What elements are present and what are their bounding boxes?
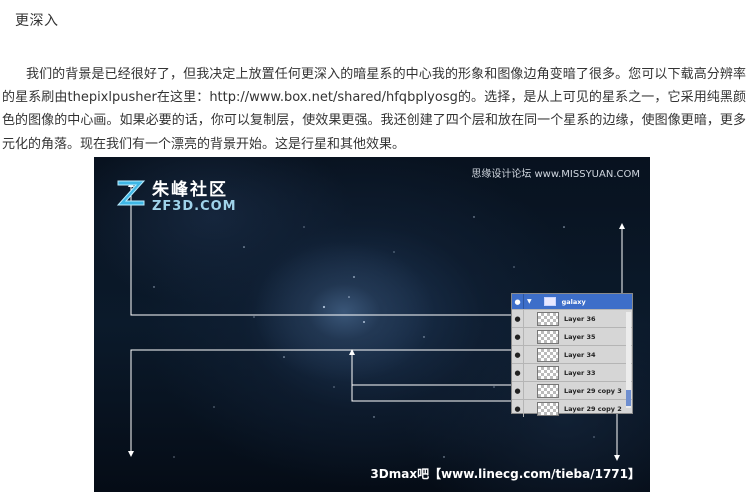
watermark-bottom: 3Dmax吧【www.linecg.com/tieba/1771】 <box>370 467 640 481</box>
folder-icon <box>543 297 556 306</box>
scrollbar-thumb <box>626 390 631 406</box>
layer-row: ● Layer 35 <box>512 328 632 346</box>
layer-thumbnail <box>537 329 559 344</box>
eye-icon: ● <box>512 328 524 345</box>
body-paragraph: 我们的背景是已经很好了，但我决定上放置任何更深入的暗星系的中心我的形象和图像边角… <box>2 67 746 152</box>
layer-name: Layer 29 copy 2 <box>564 404 622 413</box>
layer-name: Layer 35 <box>564 332 596 341</box>
layers-scrollbar <box>626 312 631 408</box>
layer-row: ● Layer 29 copy 3 <box>512 382 632 400</box>
section-heading: 更深入 <box>15 13 59 29</box>
logo-english-text: ZF3D.COM <box>152 199 237 214</box>
layer-row: ● Layer 33 <box>512 364 632 382</box>
zf3d-logo-icon <box>116 180 146 206</box>
layer-thumbnail <box>537 311 559 326</box>
layer-name: Layer 33 <box>564 368 596 377</box>
layer-row: ● Layer 34 <box>512 346 632 364</box>
layer-name: Layer 29 copy 3 <box>564 386 622 395</box>
layer-row: ● Layer 29 copy 2 <box>512 400 632 417</box>
eye-icon: ● <box>512 400 524 417</box>
logo-chinese-text: 朱峰社区 <box>152 180 228 200</box>
galaxy-screenshot: 朱峰社区 ZF3D.COM 思缘设计论坛 www.MISSYUAN.COM 3D… <box>94 157 650 492</box>
layer-thumbnail <box>537 401 559 416</box>
eye-icon: ● <box>512 310 524 327</box>
watermark-top: 思缘设计论坛 www.MISSYUAN.COM <box>471 169 640 180</box>
eye-icon: ● <box>512 364 524 381</box>
eye-icon: ● <box>512 346 524 363</box>
layer-thumbnail <box>537 383 559 398</box>
layer-thumbnail <box>537 347 559 362</box>
layer-row-group: ● ▼ galaxy <box>512 294 632 310</box>
layer-name: Layer 36 <box>564 314 596 323</box>
layer-name: galaxy <box>561 297 586 306</box>
layer-thumbnail <box>537 365 559 380</box>
layer-name: Layer 34 <box>564 350 596 359</box>
layer-row: ● Layer 36 <box>512 310 632 328</box>
eye-icon: ● <box>512 382 524 399</box>
layers-panel: ● ▼ galaxy ● Layer 36 ● Layer 35 ● Layer… <box>511 293 633 417</box>
eye-icon: ● <box>512 294 524 309</box>
disclosure-triangle-icon: ▼ <box>527 298 532 305</box>
